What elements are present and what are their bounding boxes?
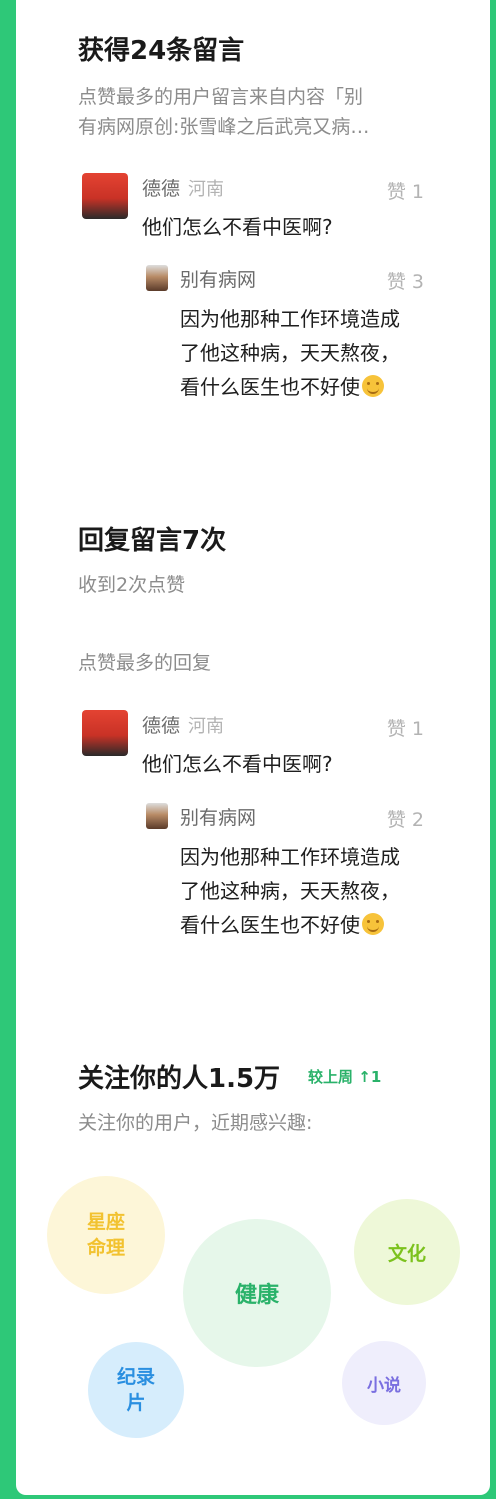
comments-title: 获得24条留言 (78, 36, 245, 66)
reply-text-line: 了他这种病，天天熬夜， (180, 879, 400, 903)
comments-description-line1: 点赞最多的用户留言来自内容「别 (78, 86, 364, 108)
reply-text-line: 因为他那种工作环境造成 (180, 845, 400, 869)
reply-like-count[interactable]: 赞 2 (344, 805, 424, 832)
comment-author-location: 河南 (188, 179, 225, 200)
comments-description: 点赞最多的用户留言来自内容「别 有病网原创:张雪峰之后武亮又病… (78, 82, 438, 142)
smile-emoji-icon (362, 913, 384, 935)
comment-like-count[interactable]: 赞 1 (344, 177, 424, 204)
comment-text: 他们怎么不看中医啊? (142, 752, 333, 776)
comment-author[interactable]: 德德 河南 (142, 174, 224, 201)
interest-bubble-health[interactable]: 健康 (183, 1219, 331, 1367)
comment-like-count[interactable]: 赞 1 (344, 714, 424, 741)
replies-title: 回复留言7次 (78, 526, 227, 556)
comment-author-location: 河南 (188, 716, 225, 737)
reply-text: 因为他那种工作环境造成 了他这种病，天天熬夜， 看什么医生也不好使 (180, 302, 470, 404)
comment-author[interactable]: 德德 河南 (142, 711, 224, 738)
comments-description-line2[interactable]: 有病网原创:张雪峰之后武亮又病… (78, 112, 438, 142)
smile-emoji-icon (362, 375, 384, 397)
reply-text-line: 看什么医生也不好使 (180, 375, 360, 399)
top-reply-label: 点赞最多的回复 (78, 652, 212, 674)
followers-subtitle: 关注你的用户，近期感兴趣: (78, 1112, 313, 1134)
followers-change-label: 较上周 (308, 1068, 354, 1086)
comment-text: 他们怎么不看中医啊? (142, 215, 333, 239)
interest-bubble-astrology[interactable]: 星座 命理 (47, 1176, 165, 1294)
followers-title: 关注你的人1.5万 (78, 1064, 281, 1094)
reply-text-line: 了他这种病，天天熬夜， (180, 341, 400, 365)
avatar[interactable] (146, 803, 168, 829)
interest-bubble-novels[interactable]: 小说 (342, 1341, 426, 1425)
comment-author-name[interactable]: 德德 (142, 178, 180, 200)
avatar[interactable] (146, 265, 168, 291)
reply-text-line: 因为他那种工作环境造成 (180, 307, 400, 331)
followers-change: 较上周 ↑1 (308, 1066, 381, 1087)
avatar[interactable] (82, 173, 128, 219)
reply-text-line: 看什么医生也不好使 (180, 913, 360, 937)
reply-author-name[interactable]: 别有病网 (180, 265, 256, 292)
reply-author-name[interactable]: 别有病网 (180, 803, 256, 830)
followers-change-value: ↑1 (358, 1068, 382, 1086)
replies-likes-received: 收到2次点赞 (78, 574, 186, 596)
reply-like-count[interactable]: 赞 3 (344, 267, 424, 294)
comment-author-name[interactable]: 德德 (142, 715, 180, 737)
interest-bubble-culture[interactable]: 文化 (354, 1199, 460, 1305)
interest-bubble-documentary[interactable]: 纪录 片 (88, 1342, 184, 1438)
reply-text: 因为他那种工作环境造成 了他这种病，天天熬夜， 看什么医生也不好使 (180, 840, 470, 942)
avatar[interactable] (82, 710, 128, 756)
report-card: 获得24条留言 点赞最多的用户留言来自内容「别 有病网原创:张雪峰之后武亮又病…… (16, 0, 490, 1495)
